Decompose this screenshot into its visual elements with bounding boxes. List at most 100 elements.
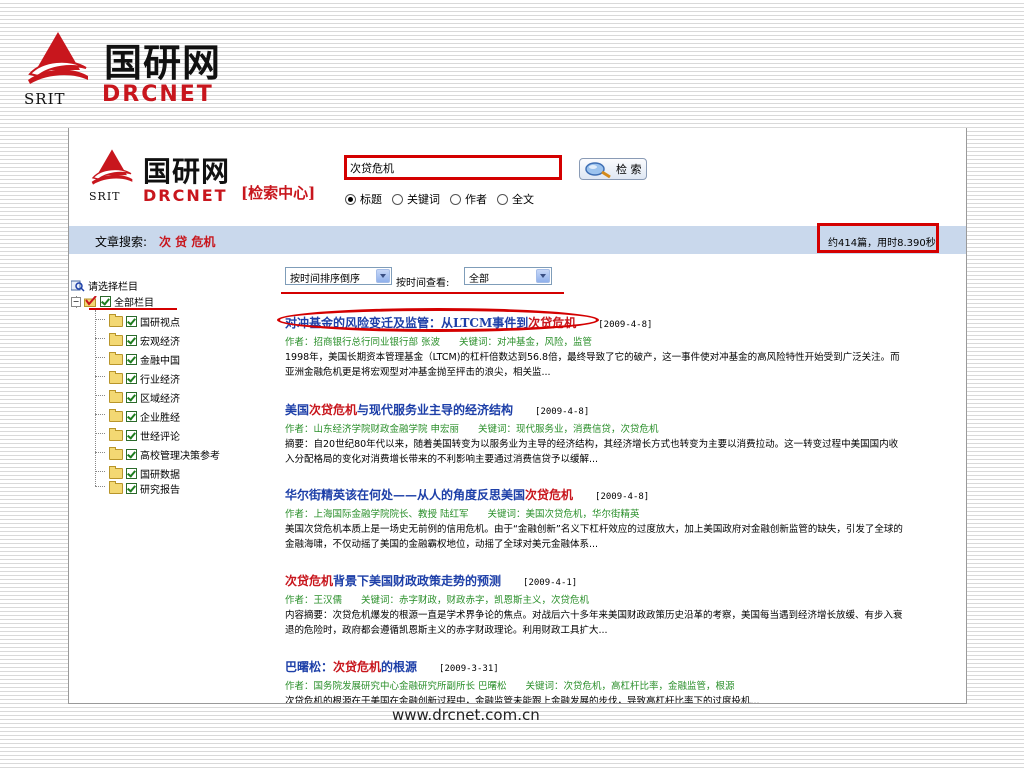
result-date: [2009-4-8] [535,407,590,417]
result-date: [2009-4-8] [595,492,650,502]
folder-icon [109,314,123,327]
result-date: [2009-4-1] [523,578,578,588]
tree-item[interactable]: 企业胜经 [109,409,180,424]
collapse-icon[interactable]: − [71,296,81,307]
search-button[interactable]: 检 索 [579,158,647,180]
result-item: 次贷危机背景下美国财政政策走势的预测 [2009-4-1] 作者：王汉儒 关键词：… [285,572,905,638]
tree-checkbox[interactable] [126,411,137,422]
search-field-options: 标题 关键词 作者 全文 [345,191,534,207]
slide-logo: SRIT 国研网 DRCNET [24,30,240,110]
radio-keyword[interactable] [392,193,403,205]
option-title-label: 标题 [360,193,382,206]
result-abstract: 摘要：自20世纪80年代以来，随着美国转变为以服务业为主导的经济结构，其经济增长… [285,439,899,465]
tree-root[interactable]: − 全部栏目 [71,294,154,309]
folder-icon [109,409,123,422]
sort-underline [281,292,564,294]
folder-icon [109,428,123,441]
search-button-label: 检 索 [616,163,642,176]
option-keyword[interactable]: 关键词 [392,191,440,207]
chevron-down-icon[interactable] [376,269,390,283]
logo-cn-text: 国研网 [104,41,222,85]
tree-item[interactable]: 国研数据 [109,466,180,481]
time-range-value: 全部 [469,274,489,285]
result-meta: 作者：王汉儒 关键词：赤字财政，财政赤字，凯恩斯主义，次贷危机 [285,595,590,606]
result-title[interactable]: 华尔街精英该在何处——从人的角度反思美国次贷危机 [2009-4-8] [285,486,905,503]
tree-checkbox[interactable] [126,335,137,346]
site-logo-srit: SRIT [89,190,121,203]
tree-checkbox[interactable] [126,316,137,327]
folder-icon [109,390,123,403]
tree-checkbox[interactable] [126,430,137,441]
tree-header-label: 请选择栏目 [88,282,138,293]
results-bar: 文章搜索: 次 贷 危机 约414篇，用时8.390秒 [69,223,966,254]
tree-item[interactable]: 区域经济 [109,390,180,405]
logo-en-text: DRCNET [102,82,214,107]
tree-item-label: 高校管理决策参考 [140,451,220,462]
tree-item[interactable]: 研究报告 [109,481,180,496]
tree-checkbox[interactable] [126,468,137,479]
root-check-icon [84,296,97,307]
result-date: [2009-4-8] [598,320,653,330]
option-fulltext-label: 全文 [512,193,534,206]
option-keyword-label: 关键词 [407,193,440,206]
result-meta: 作者：山东经济学院财政金融学院 申宏丽 关键词：现代服务业，消费信贷，次贷危机 [285,424,659,435]
radio-title[interactable] [345,193,356,205]
tree-checkbox[interactable] [126,373,137,384]
site-logo-mark-icon [91,149,133,185]
folder-icon [109,481,123,494]
tree-item-label: 宏观经济 [140,337,180,348]
site-logo-en: DRCNET [143,186,228,205]
result-title[interactable]: 美国次贷危机与现代服务业主导的经济结构 [2009-4-8] [285,401,905,418]
folder-icon [109,371,123,384]
folder-icon [109,466,123,479]
result-item: 巴曙松：次贷危机的根源 [2009-3-31] 作者：国务院发展研究中心金融研究所… [285,658,905,704]
radio-fulltext[interactable] [497,193,508,205]
result-date: [2009-3-31] [439,664,499,674]
time-range-select[interactable]: 全部 [464,267,552,285]
footer-url: www.drcnet.com.cn [392,706,540,724]
result-abstract: 内容摘要：次贷危机爆发的根源一直是学术界争论的焦点。对战后六十多年来美国财政政策… [285,610,903,636]
option-title[interactable]: 标题 [345,191,382,207]
site-logo-cn: 国研网 [143,155,231,188]
result-abstract: 次贷危机的根源在于美国在金融创新过程中，金融监管未能跟上金融发展的步伐，导致高杠… [285,696,760,704]
tree-item-label: 世经评论 [140,432,180,443]
sort-order-select[interactable]: 按时间排序倒序 [285,267,392,285]
tree-item[interactable]: 行业经济 [109,371,180,386]
tree-checkbox[interactable] [126,449,137,460]
tree-item-label: 行业经济 [140,375,180,386]
tree-item[interactable]: 国研视点 [109,314,180,329]
tree-item[interactable]: 高校管理决策参考 [109,447,220,462]
result-title[interactable]: 次贷危机背景下美国财政政策走势的预测 [2009-4-1] [285,572,905,589]
radio-author[interactable] [450,193,461,205]
logo-srit-text: SRIT [24,90,66,108]
tree-item-label: 企业胜经 [140,413,180,424]
result-item: 华尔街精英该在何处——从人的角度反思美国次贷危机 [2009-4-8] 作者：上海… [285,486,905,552]
results-count: 约414篇，用时8.390秒 [817,223,939,253]
tree-checkbox[interactable] [126,354,137,365]
tree-item[interactable]: 世经评论 [109,428,180,443]
tree-checkbox[interactable] [126,392,137,403]
sort-order-value: 按时间排序倒序 [290,274,360,285]
tree-item-label: 研究报告 [140,485,180,496]
result-title[interactable]: 巴曙松：次贷危机的根源 [2009-3-31] [285,658,905,675]
site-header: SRIT 国研网 DRCNET [检索中心] 检 索 标题 关键词 作者 全文 [69,128,966,226]
root-checkbox[interactable] [100,296,111,307]
option-fulltext[interactable]: 全文 [497,191,534,207]
tree-header: 请选择栏目 [71,278,138,293]
result-abstract: 美国次贷危机本质上是一场史无前例的信用危机。由于“金融创新”名义下杠杆效应的过度… [285,524,903,550]
tree-item[interactable]: 宏观经济 [109,333,180,348]
tree-item-label: 金融中国 [140,356,180,367]
result-meta: 作者：招商银行总行同业银行部 张波 关键词：对冲基金，风险，监管 [285,337,593,348]
folder-icon [109,333,123,346]
chevron-down-icon[interactable] [536,269,550,283]
search-input[interactable] [350,160,550,175]
screenshot-frame: SRIT 国研网 DRCNET [检索中心] 检 索 标题 关键词 作者 全文 … [68,128,967,704]
tree-checkbox[interactable] [126,483,137,494]
tree-item-label: 区域经济 [140,394,180,405]
tree-root-label: 全部栏目 [114,298,154,309]
search-center-label: [检索中心] [241,184,316,202]
category-tree: 请选择栏目 − 全部栏目 国研视点 宏观经济 金融中国 行业经济 区域经济 企业… [69,254,269,703]
result-meta: 作者：国务院发展研究中心金融研究所副所长 巴曙松 关键词：次贷危机，高杠杆比率，… [285,681,735,692]
option-author[interactable]: 作者 [450,191,487,207]
tree-item[interactable]: 金融中国 [109,352,180,367]
